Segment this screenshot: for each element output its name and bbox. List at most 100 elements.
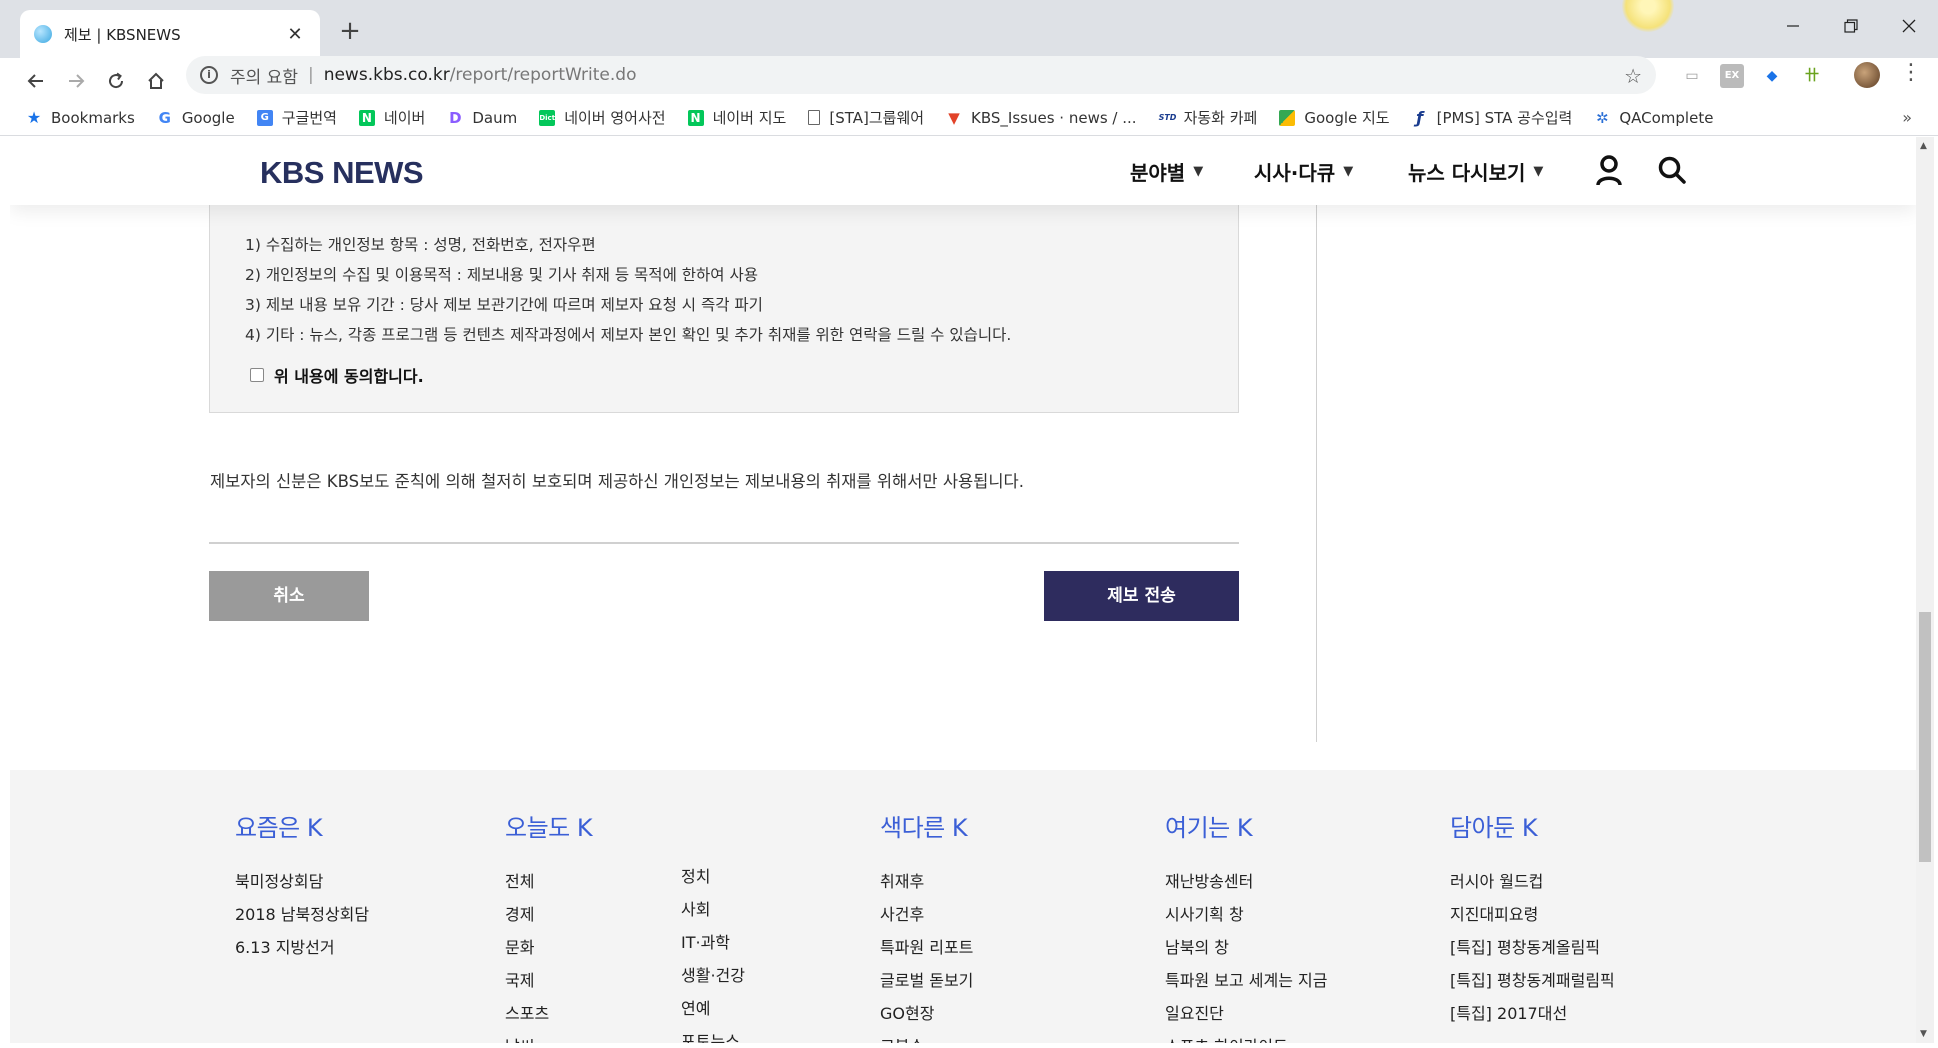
tab-close-icon[interactable]: ✕ xyxy=(284,24,306,45)
footer-link[interactable]: 시사기획 창 xyxy=(1165,898,1327,931)
bookmark-item[interactable]: STD 자동화 카페 xyxy=(1159,107,1258,128)
cancel-button[interactable]: 취소 xyxy=(209,571,369,621)
std-icon: STD xyxy=(1158,112,1177,122)
footer-heading[interactable]: 오늘도 K xyxy=(505,808,593,843)
bookmark-item[interactable]: Dict 네이버 영어사전 xyxy=(539,107,666,128)
footer-link[interactable]: [특집] 2017대선 xyxy=(1450,997,1615,1030)
address-bar[interactable]: i 주의 요함 | news.kbs.co.kr /report/reportW… xyxy=(186,56,1656,94)
footer-link[interactable]: 지진대피요령 xyxy=(1450,898,1615,931)
new-tab-button[interactable]: + xyxy=(335,16,365,46)
close-window-button[interactable] xyxy=(1880,8,1938,48)
reload-button[interactable] xyxy=(98,66,134,102)
search-icon[interactable] xyxy=(1657,155,1687,185)
footer-link[interactable]: 전체 xyxy=(505,865,592,898)
bookmark-item[interactable]: G Google xyxy=(157,109,235,127)
bookmark-item[interactable]: N 네이버 지도 xyxy=(687,107,786,128)
extension-ladder-icon[interactable]: 卄 xyxy=(1800,64,1824,88)
bookmarks-more-icon[interactable]: » xyxy=(1902,108,1912,127)
kbs-news-logo[interactable]: KBS NEWS xyxy=(260,155,424,191)
bookmark-item[interactable]: ✲ QAComplete xyxy=(1594,109,1713,127)
bookmark-item[interactable]: Google 지도 xyxy=(1279,107,1390,128)
browser-menu-icon[interactable]: ⋮ xyxy=(1900,60,1922,85)
scroll-down-icon[interactable]: ▼ xyxy=(1920,1029,1927,1039)
footer-link[interactable]: 북미정상회담 xyxy=(235,865,369,898)
nav-news-replay[interactable]: 뉴스 다시보기 ▼ xyxy=(1408,157,1543,186)
footer-link[interactable]: IT·과학 xyxy=(681,926,745,959)
extension-ex-icon[interactable]: EX xyxy=(1720,64,1744,88)
footer-link[interactable]: 고봉수 xyxy=(880,1030,973,1043)
forward-arrow-icon xyxy=(69,74,85,88)
footer-link[interactable]: 사건후 xyxy=(880,898,973,931)
theme-sun-decoration xyxy=(1622,0,1674,32)
bookmark-label: [PMS] STA 공수입력 xyxy=(1436,109,1573,127)
bookmark-label: QAComplete xyxy=(1619,108,1714,127)
bookmark-item[interactable]: ƒ [PMS] STA 공수입력 xyxy=(1412,107,1573,128)
bookmark-item[interactable]: ▼ KBS_Issues · news / ... xyxy=(946,108,1136,127)
footer-link[interactable]: 재난방송센터 xyxy=(1165,865,1327,898)
bookmark-label: [STA]그룹웨어 xyxy=(829,109,925,127)
footer-column: 정치 사회 IT·과학 생활·건강 연예 포토뉴스 xyxy=(681,860,745,1043)
forward-button[interactable] xyxy=(58,66,94,102)
footer-link[interactable]: 문화 xyxy=(505,931,592,964)
footer-column: 색다른 K 취재후 사건후 특파원 리포트 글로벌 돋보기 GO현장 고봉수 xyxy=(880,808,973,1043)
consent-item: 1) 수집하는 개인정보 항목 : 성명, 전화번호, 전자우편 xyxy=(245,236,596,254)
submit-report-button[interactable]: 제보 전송 xyxy=(1044,571,1239,621)
footer-link[interactable]: 6.13 지방선거 xyxy=(235,931,369,964)
bookmark-item[interactable]: ★ Bookmarks xyxy=(26,109,135,127)
footer-link[interactable]: 국제 xyxy=(505,964,592,997)
footer-heading[interactable]: 여기는 K xyxy=(1165,808,1327,843)
footer-link[interactable]: 경제 xyxy=(505,898,592,931)
footer-link[interactable]: GO현장 xyxy=(880,997,973,1030)
agree-checkbox[interactable] xyxy=(250,368,264,382)
user-icon[interactable] xyxy=(1595,154,1623,186)
footer-link[interactable]: 스포츠 하이라이트 xyxy=(1165,1030,1327,1043)
agree-label[interactable]: 위 내용에 동의합니다. xyxy=(274,363,424,387)
extension-screen-icon[interactable]: ▭ xyxy=(1680,64,1704,88)
footer-link[interactable]: 특파원 보고 세계는 지금 xyxy=(1165,964,1327,997)
footer-link[interactable]: 특파원 리포트 xyxy=(880,931,973,964)
scrollbar-thumb[interactable] xyxy=(1919,612,1931,862)
footer-link[interactable]: 스포츠 xyxy=(505,997,592,1030)
bookmark-item[interactable]: G 구글번역 xyxy=(256,107,337,128)
scroll-up-icon[interactable]: ▲ xyxy=(1920,141,1927,151)
footer-link[interactable]: [특집] 평창동계패럴림픽 xyxy=(1450,964,1615,997)
footer-column: 담아둔 K 러시아 월드컵 지진대피요령 [특집] 평창동계올림픽 [특집] 평… xyxy=(1450,808,1615,1030)
profile-avatar[interactable] xyxy=(1854,62,1880,88)
page-icon xyxy=(808,110,821,125)
bookmark-star-icon[interactable]: ☆ xyxy=(1624,64,1642,88)
nav-category[interactable]: 분야별 ▼ xyxy=(1130,157,1203,186)
footer-link[interactable]: 러시아 월드컵 xyxy=(1450,865,1615,898)
info-icon[interactable]: i xyxy=(200,66,218,84)
footer-heading[interactable]: 담아둔 K xyxy=(1450,808,1615,843)
footer-link[interactable]: 글로벌 돋보기 xyxy=(880,964,973,997)
nav-current-affairs[interactable]: 시사·다큐 ▼ xyxy=(1254,157,1353,186)
footer-heading[interactable]: 색다른 K xyxy=(880,808,973,843)
footer-link[interactable]: 생활·건강 xyxy=(681,959,745,992)
nav-label: 분야별 xyxy=(1130,161,1186,185)
footer-link[interactable]: 취재후 xyxy=(880,865,973,898)
restore-button[interactable] xyxy=(1822,8,1880,48)
footer-link[interactable]: 남북의 창 xyxy=(1165,931,1327,964)
extension-diamond-icon[interactable]: ◆ xyxy=(1760,64,1784,88)
footer-link[interactable]: 포토뉴스 xyxy=(681,1025,745,1043)
footer-link[interactable]: 정치 xyxy=(681,860,745,893)
footer-link[interactable]: 2018 남북정상회담 xyxy=(235,898,369,931)
footer-link[interactable]: 일요진단 xyxy=(1165,997,1327,1030)
bookmark-item[interactable]: D Daum xyxy=(447,109,517,127)
browser-tab[interactable]: 제보 | KBSNEWS ✕ xyxy=(20,10,320,58)
back-button[interactable] xyxy=(18,66,54,102)
bookmark-item[interactable]: N 네이버 xyxy=(358,107,425,128)
page-scrollbar[interactable]: ▲ ▼ xyxy=(1916,137,1934,1043)
footer-link[interactable]: [특집] 평창동계올림픽 xyxy=(1450,931,1615,964)
bookmark-item[interactable]: [STA]그룹웨어 xyxy=(808,107,924,128)
footer-heading[interactable]: 요즘은 K xyxy=(235,808,369,843)
footer-link[interactable]: 연예 xyxy=(681,992,745,1025)
footer-link[interactable]: 사회 xyxy=(681,893,745,926)
agree-row[interactable]: 위 내용에 동의합니다. xyxy=(250,363,424,387)
minimize-button[interactable] xyxy=(1764,8,1822,48)
gitlab-icon: ▼ xyxy=(948,108,960,127)
home-button[interactable] xyxy=(138,66,174,102)
consent-item: 3) 제보 내용 보유 기간 : 당사 제보 보관기간에 따르며 제보자 요청 … xyxy=(245,296,763,314)
translate-icon: G xyxy=(256,109,273,126)
footer-link[interactable]: 날씨 xyxy=(505,1030,592,1043)
